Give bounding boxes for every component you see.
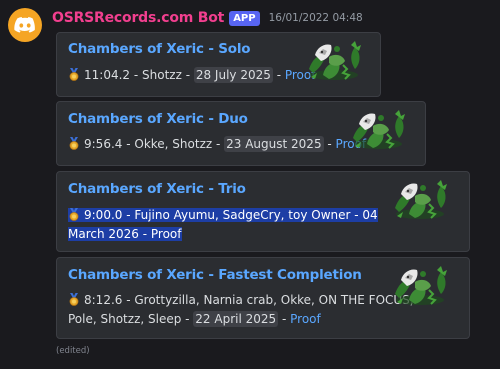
record-time: 11:04.2	[84, 68, 131, 82]
olm-boss-icon[interactable]	[389, 178, 451, 222]
olm-boss-icon[interactable]	[347, 108, 409, 152]
author-name[interactable]: OSRSRecords.com Bot	[52, 10, 224, 26]
embed-fastest-completion: Chambers of Xeric - Fastest Completion 8…	[56, 257, 470, 339]
selected-text-line-2[interactable]: March 2026 - Proof	[68, 227, 182, 241]
record-time: 9:56.4	[84, 137, 123, 151]
gold-medal-icon	[68, 208, 80, 221]
selected-text-line-1[interactable]: 9:00.0 - Fujino Ayumu, SadgeCry, toy Own…	[68, 208, 378, 222]
olm-boss-icon[interactable]	[303, 39, 365, 83]
embed-title[interactable]: Chambers of Xeric - Solo	[68, 41, 251, 57]
record-line-2: Pole, Shotzz, Sleep -	[68, 312, 194, 326]
embed-trio: Chambers of Xeric - Trio 9:00.0 - Fujino…	[56, 171, 470, 252]
message-timestamp[interactable]: 16/01/2022 04:48	[269, 12, 363, 24]
gold-medal-icon	[68, 293, 80, 306]
gold-medal-icon	[68, 137, 80, 150]
embed-description: 9:56.4 - Okke, Shotzz - 23 August 2025 -…	[68, 135, 366, 154]
embed-solo: Chambers of Xeric - Solo 11:04.2 - Shotz…	[56, 32, 381, 97]
embed-title[interactable]: Chambers of Xeric - Trio	[68, 181, 246, 197]
discord-logo-icon	[14, 17, 35, 33]
record-date[interactable]: 22 April 2025	[193, 311, 279, 327]
edited-label: (edited)	[56, 346, 90, 356]
record-date[interactable]: 23 August 2025	[224, 136, 324, 152]
bot-avatar[interactable]	[8, 8, 42, 42]
olm-boss-icon[interactable]	[389, 264, 451, 308]
embed-description: 9:00.0 - Fujino Ayumu, SadgeCry, toy Own…	[68, 206, 378, 244]
embed-title[interactable]: Chambers of Xeric - Duo	[68, 111, 248, 127]
embed-description: 11:04.2 - Shotzz - 28 July 2025 - Proof	[68, 66, 315, 85]
gold-medal-icon	[68, 68, 80, 81]
record-line-2: March 2026 - Proof	[68, 227, 182, 241]
record-line-1: 8:12.6 - Grottyzilla, Narnia crab, Okke,…	[84, 293, 414, 307]
message-header: OSRSRecords.com Bot APP 16/01/2022 04:48	[52, 8, 363, 28]
embed-duo: Chambers of Xeric - Duo 9:56.4 - Okke, S…	[56, 101, 426, 166]
record-players: Okke, Shotzz	[134, 137, 213, 151]
app-badge: APP	[229, 10, 260, 26]
proof-link[interactable]: Proof	[290, 312, 321, 326]
record-line-1: 9:00.0 - Fujino Ayumu, SadgeCry, toy Own…	[84, 208, 378, 222]
record-date[interactable]: 28 July 2025	[193, 67, 273, 83]
record-players: Shotzz	[142, 68, 182, 82]
embed-title[interactable]: Chambers of Xeric - Fastest Completion	[68, 267, 362, 283]
embed-description: 8:12.6 - Grottyzilla, Narnia crab, Okke,…	[68, 293, 414, 327]
